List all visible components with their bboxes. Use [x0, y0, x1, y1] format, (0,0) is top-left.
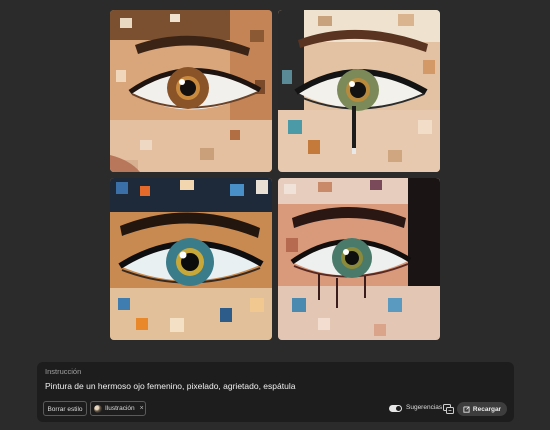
- toggle-knob: [396, 406, 401, 411]
- eye-painting-1: [110, 10, 272, 172]
- generated-image-3[interactable]: [110, 178, 272, 340]
- clear-style-button[interactable]: Borrar estilo: [43, 401, 87, 416]
- generated-image-4[interactable]: [278, 178, 440, 340]
- suggestions-label: Sugerencias: [406, 404, 443, 411]
- suggestions-icon[interactable]: [443, 403, 454, 414]
- reload-icon: [463, 405, 470, 413]
- reload-button[interactable]: Recargar: [457, 402, 507, 416]
- eye-painting-4: [278, 178, 440, 340]
- prompt-panel: Instrucción Borrar estilo Ilustración × …: [37, 362, 514, 422]
- style-chip-label: Ilustración: [105, 405, 135, 412]
- reload-label: Recargar: [472, 405, 502, 413]
- generated-image-2[interactable]: [278, 10, 440, 172]
- style-thumbnail: [94, 404, 102, 413]
- eye-painting-2: [278, 10, 440, 172]
- prompt-label: Instrucción: [45, 367, 82, 376]
- eye-painting-3: [110, 178, 272, 340]
- close-icon[interactable]: ×: [140, 405, 144, 412]
- prompt-input[interactable]: [45, 381, 505, 391]
- generated-image-1[interactable]: [110, 10, 272, 172]
- style-chip[interactable]: Ilustración ×: [90, 401, 146, 416]
- app-root: Instrucción Borrar estilo Ilustración × …: [0, 0, 550, 430]
- suggestions-toggle[interactable]: [389, 405, 402, 412]
